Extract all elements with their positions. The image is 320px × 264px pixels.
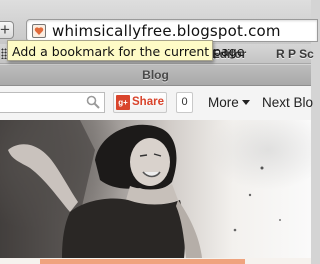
browser-toolbar: + whimsicallyfree.blogspot.com bbox=[0, 0, 318, 44]
blogger-navbar: g+ Share 0 More Next Blo bbox=[0, 86, 313, 120]
chevron-down-icon bbox=[241, 100, 250, 105]
more-menu-button[interactable]: More bbox=[208, 95, 250, 110]
bookmark-item-rp[interactable]: R P Sc bbox=[276, 47, 314, 61]
site-favicon-icon bbox=[32, 24, 46, 38]
google-plus-icon: g+ bbox=[116, 95, 130, 110]
google-plus-share-button[interactable]: g+ Share bbox=[113, 92, 167, 113]
blog-search-input[interactable] bbox=[0, 92, 105, 113]
tab-strip: Blog bbox=[0, 65, 311, 86]
blog-header-photo bbox=[0, 120, 311, 258]
add-bookmark-button[interactable]: + bbox=[0, 21, 14, 39]
share-label: Share bbox=[132, 96, 164, 108]
next-blog-link[interactable]: Next Blo bbox=[262, 95, 313, 110]
search-icon[interactable] bbox=[86, 95, 100, 109]
share-count-badge: 0 bbox=[176, 92, 193, 113]
bookmark-tooltip: Add a bookmark for the current page bbox=[7, 40, 244, 61]
more-label: More bbox=[208, 95, 239, 110]
url-text: whimsicallyfree.blogspot.com bbox=[52, 22, 281, 40]
tab-blog[interactable]: Blog bbox=[0, 68, 311, 82]
orange-accent-bar bbox=[40, 259, 245, 264]
address-bar[interactable]: whimsicallyfree.blogspot.com bbox=[26, 19, 318, 42]
